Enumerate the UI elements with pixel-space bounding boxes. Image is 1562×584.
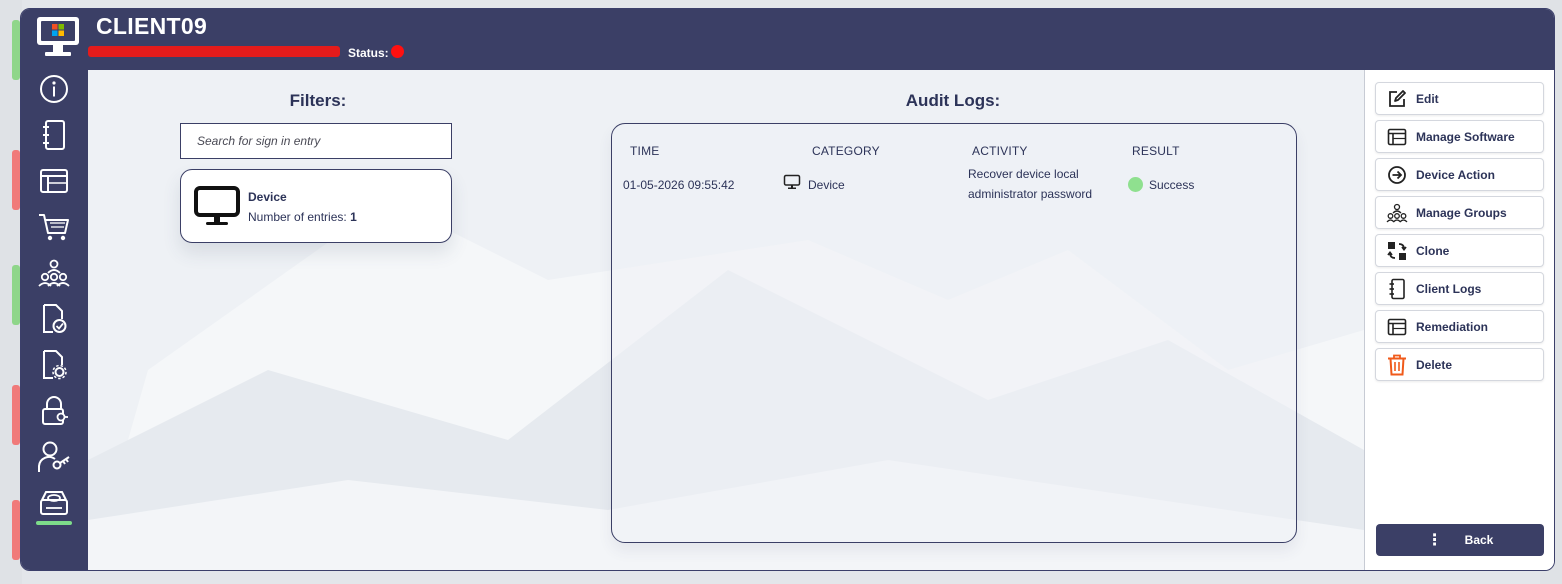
sidebar [21, 70, 88, 570]
sidebar-item-security[interactable] [37, 394, 71, 428]
column-header-result: RESULT [1132, 144, 1180, 158]
sidebar-item-policies[interactable] [37, 348, 71, 382]
back-button[interactable]: ⋮ Back [1376, 524, 1544, 556]
entries-label: Number of entries: [248, 210, 347, 224]
groups-icon [38, 259, 70, 287]
sidebar-item-info[interactable] [37, 72, 71, 106]
notebook-icon [1386, 278, 1408, 300]
row-activity-line1: Recover device local [968, 167, 1079, 181]
clone-icon [1386, 240, 1408, 262]
window-table-icon [1386, 316, 1408, 338]
manage-groups-button[interactable]: Manage Groups [1375, 196, 1544, 229]
filter-card-title: Device [248, 190, 287, 204]
row-activity: Recover device local administrator passw… [968, 164, 1118, 204]
lock-key-icon [42, 396, 68, 425]
remediation-button[interactable]: Remediation [1375, 310, 1544, 343]
sidebar-active-indicator [36, 521, 72, 525]
client-logs-label: Client Logs [1416, 281, 1482, 296]
document-gear-icon [43, 350, 67, 380]
bg-status-bar [12, 500, 20, 560]
client-logs-button[interactable]: Client Logs [1375, 272, 1544, 305]
delete-label: Delete [1416, 357, 1453, 372]
window-table-icon [1386, 126, 1408, 148]
notebook-icon [43, 120, 65, 150]
sidebar-item-accounts[interactable] [37, 440, 71, 474]
trash-icon [1386, 354, 1408, 376]
edit-icon [1386, 88, 1408, 110]
delete-button[interactable]: Delete [1375, 348, 1544, 381]
actions-panel: Edit Manage Software Device Action Manag… [1364, 70, 1554, 570]
sidebar-item-store[interactable] [37, 210, 71, 244]
row-time: 01-05-2026 09:55:42 [623, 178, 735, 192]
remediation-label: Remediation [1416, 319, 1489, 334]
monitor-icon [194, 186, 240, 225]
groups-icon [1386, 202, 1408, 224]
column-header-time: TIME [630, 144, 660, 158]
bg-status-bar [12, 265, 20, 325]
column-header-activity: ACTIVITY [972, 144, 1028, 158]
disk-icon [40, 491, 68, 515]
bg-status-bar [12, 385, 20, 445]
sidebar-item-compliance[interactable] [37, 302, 71, 336]
clone-button[interactable]: Clone [1375, 234, 1544, 267]
bg-status-bar [12, 20, 20, 80]
entries-count: 1 [350, 210, 357, 224]
row-result: Success [1149, 178, 1195, 192]
row-activity-line2: administrator password [968, 187, 1093, 201]
manage-software-label: Manage Software [1416, 129, 1515, 144]
window-table-icon [40, 169, 68, 193]
sidebar-item-disk[interactable] [37, 486, 71, 520]
document-check-icon [43, 304, 67, 333]
edit-label: Edit [1416, 91, 1439, 106]
status-indicator [391, 45, 404, 58]
info-icon [40, 75, 68, 103]
status-label: Status: [348, 46, 389, 60]
main-content: Filters: Device Number of entries: 1 Aud… [88, 70, 1364, 570]
background-left-strip [0, 0, 22, 584]
filter-card-entries: Number of entries: 1 [248, 210, 357, 224]
row-category: Device [808, 178, 845, 192]
client-window: CLIENT09 Status: Filters: Search for sig… [20, 8, 1555, 571]
column-header-category: CATEGORY [812, 144, 880, 158]
arrow-circle-icon [1386, 164, 1408, 186]
client-name: CLIENT09 [96, 13, 208, 39]
audit-logs-table: TIME CATEGORY ACTIVITY RESULT 01-05-2026… [611, 123, 1297, 543]
filters-title: Filters: [289, 91, 347, 110]
windows-monitor-icon [37, 17, 79, 56]
user-key-icon [38, 441, 70, 472]
kebab-menu-icon: ⋮ [1426, 532, 1443, 549]
audit-logs-title: Audit Logs: [905, 91, 1001, 110]
bg-status-bar [12, 150, 20, 210]
back-label: Back [1464, 533, 1494, 547]
edit-button[interactable]: Edit [1375, 82, 1544, 115]
sidebar-item-logs[interactable] [37, 118, 71, 152]
search-input[interactable] [180, 123, 452, 159]
device-action-button[interactable]: Device Action [1375, 158, 1544, 191]
sidebar-item-groups[interactable] [37, 256, 71, 290]
device-action-label: Device Action [1416, 167, 1495, 182]
filter-card-device[interactable]: Device Number of entries: 1 [180, 169, 452, 243]
redacted-address [88, 46, 340, 57]
header: CLIENT09 Status: [21, 9, 1554, 70]
result-status-dot [1128, 177, 1143, 192]
monitor-icon [783, 174, 801, 189]
manage-groups-label: Manage Groups [1416, 205, 1507, 220]
clone-label: Clone [1416, 243, 1450, 258]
manage-software-button[interactable]: Manage Software [1375, 120, 1544, 153]
cart-icon [39, 214, 69, 241]
sidebar-item-software[interactable] [37, 164, 71, 198]
